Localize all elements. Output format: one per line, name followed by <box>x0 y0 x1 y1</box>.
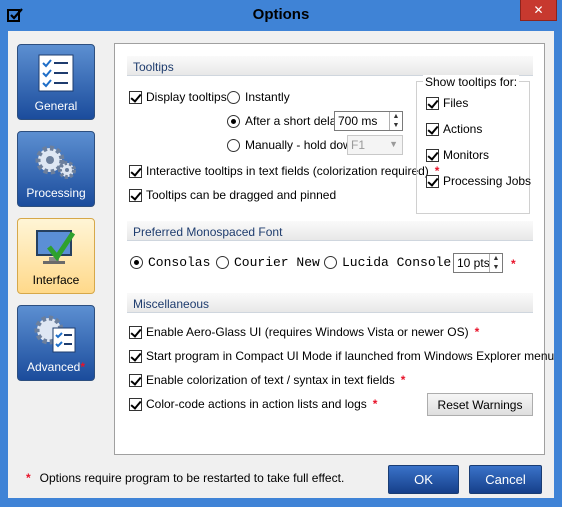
radio[interactable] <box>216 256 229 269</box>
client-area: General Processing Interface Advanced* T… <box>8 31 554 498</box>
checkbox[interactable] <box>129 373 142 387</box>
nav-interface[interactable]: Interface <box>17 218 95 294</box>
radio[interactable] <box>324 256 337 269</box>
monitor-check-icon <box>36 230 76 264</box>
nav-advanced[interactable]: Advanced* <box>17 305 95 381</box>
radio[interactable] <box>227 114 240 128</box>
radio[interactable] <box>227 138 240 152</box>
restart-required-star: * <box>80 360 86 374</box>
nav-general[interactable]: General <box>17 44 95 120</box>
interactive-tooltips-label: Interactive tooltips in text fields (col… <box>146 164 429 178</box>
restart-required-star: * <box>372 397 378 411</box>
restart-footnote: * Options require program to be restarte… <box>26 471 344 485</box>
color-code-label: Color-code actions in action lists and l… <box>146 397 367 411</box>
color-code-checkbox[interactable]: Color-code actions in action lists and l… <box>129 397 377 411</box>
drag-pin-checkbox[interactable]: Tooltips can be dragged and pinned <box>129 188 336 202</box>
checkbox[interactable] <box>426 122 439 136</box>
font-lucida-radio[interactable]: Lucida Console <box>324 255 451 270</box>
font-consolas-radio[interactable]: Consolas <box>130 255 210 270</box>
font-courier-label: Courier New <box>234 255 320 270</box>
font-size-spinner[interactable]: 10 pts ▲ ▼ <box>453 253 503 273</box>
checkbox[interactable] <box>129 90 142 104</box>
aero-glass-checkbox[interactable]: Enable Aero-Glass UI (requires Windows V… <box>129 325 479 339</box>
show-files-label: Files <box>443 96 469 110</box>
checkbox[interactable] <box>129 188 142 202</box>
checkbox[interactable] <box>426 96 439 110</box>
reset-warnings-button[interactable]: Reset Warnings <box>427 393 533 416</box>
title-bar[interactable]: Options ✕ <box>0 0 562 31</box>
font-consolas-label: Consolas <box>148 255 211 270</box>
instantly-radio[interactable]: Instantly <box>227 90 290 104</box>
aero-glass-label: Enable Aero-Glass UI (requires Windows V… <box>146 325 469 339</box>
show-actions-checkbox[interactable]: Actions <box>426 122 482 136</box>
checkbox[interactable] <box>426 148 439 162</box>
close-icon: ✕ <box>533 3 544 17</box>
show-tooltips-for-title: Show tooltips for: <box>423 75 520 89</box>
ok-button[interactable]: OK <box>388 465 459 494</box>
restart-required-star: * <box>474 325 480 339</box>
gear-checklist-icon <box>34 315 76 353</box>
restart-footnote-text: Options require program to be restarted … <box>39 471 345 485</box>
tooltips-header: Tooltips <box>127 56 533 76</box>
chevron-down-icon: ▼ <box>389 139 398 149</box>
checkbox[interactable] <box>129 325 142 339</box>
display-tooltips-checkbox[interactable]: Display tooltips: <box>129 90 230 104</box>
show-tooltips-for-group: Show tooltips for: Files Actions Monitor… <box>416 75 531 214</box>
checkbox[interactable] <box>129 397 142 411</box>
compact-ui-label: Start program in Compact UI Mode if laun… <box>146 349 555 363</box>
spinner-arrows[interactable]: ▲ ▼ <box>489 254 502 272</box>
drag-pin-label: Tooltips can be dragged and pinned <box>146 188 337 202</box>
show-processing-jobs-label: Processing Jobs <box>443 174 532 188</box>
misc-header: Miscellaneous <box>127 293 533 313</box>
show-processing-jobs-checkbox[interactable]: Processing Jobs <box>426 174 531 188</box>
window-title: Options <box>252 6 310 23</box>
instantly-label: Instantly <box>245 90 290 104</box>
nav-processing-label: Processing <box>26 186 86 200</box>
restart-required-star: * <box>400 373 406 387</box>
interactive-tooltips-checkbox[interactable]: Interactive tooltips in text fields (col… <box>129 164 439 178</box>
radio[interactable] <box>130 256 143 269</box>
show-monitors-label: Monitors <box>443 148 490 162</box>
options-panel: Tooltips Display tooltips: Instantly Aft… <box>114 43 554 455</box>
show-actions-label: Actions <box>443 122 483 136</box>
manually-label: Manually - hold down: <box>245 138 362 152</box>
nav-advanced-text: Advanced <box>26 360 81 374</box>
restart-required-star: * <box>26 471 31 485</box>
nav-interface-label: Interface <box>32 273 80 287</box>
cancel-button[interactable]: Cancel <box>469 465 542 494</box>
display-tooltips-label: Display tooltips: <box>146 90 231 104</box>
options-window: Options ✕ General Processing Interface A… <box>0 0 562 507</box>
after-delay-label: After a short delay: <box>245 114 346 128</box>
radio[interactable] <box>227 90 240 104</box>
show-monitors-checkbox[interactable]: Monitors <box>426 148 489 162</box>
restart-required-star: * <box>511 257 516 271</box>
compact-ui-checkbox[interactable]: Start program in Compact UI Mode if laun… <box>129 349 554 363</box>
nav-general-label: General <box>34 99 78 113</box>
hold-key-select[interactable]: F1 ▼ <box>347 135 403 155</box>
delay-value: 700 ms <box>338 114 378 128</box>
colorization-checkbox[interactable]: Enable colorization of text / syntax in … <box>129 373 405 387</box>
font-courier-radio[interactable]: Courier New <box>216 255 320 270</box>
checkbox[interactable] <box>426 174 439 188</box>
font-header: Preferred Monospaced Font <box>127 221 533 241</box>
show-files-checkbox[interactable]: Files <box>426 96 468 110</box>
gears-icon <box>35 145 76 179</box>
nav-advanced-label: Advanced* <box>27 360 85 374</box>
manually-radio[interactable]: Manually - hold down: <box>227 138 362 152</box>
font-lucida-label: Lucida Console <box>342 255 452 270</box>
checklist-icon <box>38 54 74 92</box>
after-delay-radio[interactable]: After a short delay: <box>227 114 346 128</box>
colorization-label: Enable colorization of text / syntax in … <box>146 373 395 387</box>
nav-processing[interactable]: Processing <box>17 131 95 207</box>
delay-spinner[interactable]: 700 ms ▲ ▼ <box>334 111 403 131</box>
spinner-arrows[interactable]: ▲ ▼ <box>389 112 402 130</box>
checkbox[interactable] <box>129 164 142 178</box>
hold-key-value: F1 <box>351 138 366 152</box>
close-button[interactable]: ✕ <box>520 0 557 21</box>
checkbox[interactable] <box>129 349 142 363</box>
font-size-value: 10 pts <box>457 256 490 270</box>
